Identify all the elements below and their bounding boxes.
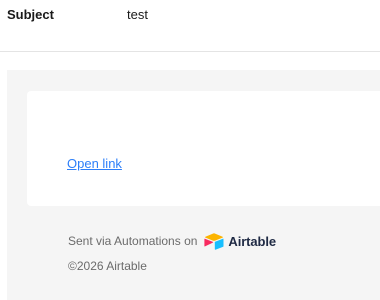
email-body-frame: Open link Sent via Automations on Airtab… [7,70,380,300]
airtable-logo-icon [204,232,224,250]
sent-via-footer: Sent via Automations on Airtable [68,232,276,250]
email-content-card: Open link [27,91,380,206]
subject-row: Subject test [0,0,380,52]
airtable-brand-name: Airtable [228,233,277,249]
copyright-text: ©2026 Airtable [68,259,147,273]
email-view: Subject test Open link Sent via Automati… [0,0,380,300]
sent-via-text: Sent via Automations on [68,234,198,248]
subject-value: test [127,7,148,22]
subject-label: Subject [7,7,54,22]
airtable-brand[interactable]: Airtable [204,232,277,250]
open-link[interactable]: Open link [67,156,122,171]
